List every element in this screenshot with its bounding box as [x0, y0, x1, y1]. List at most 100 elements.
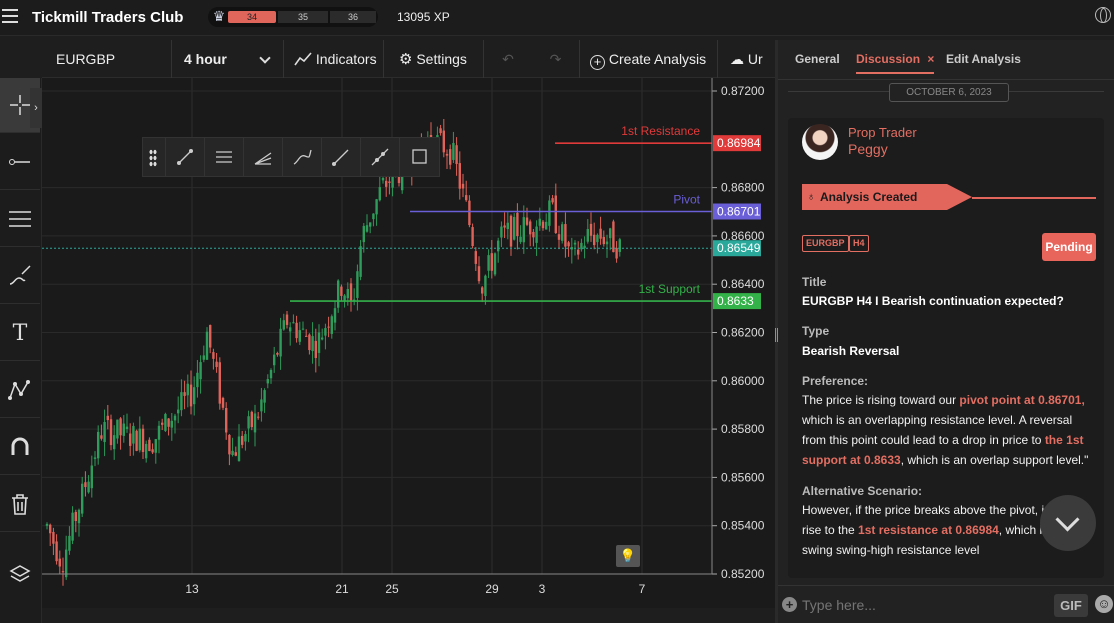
- candle-body: [205, 331, 209, 360]
- draw-tool-2[interactable]: [204, 138, 242, 176]
- tab-edit-analysis[interactable]: Edit Analysis: [946, 52, 1021, 66]
- pref-text: , which is an overlap support level.": [900, 453, 1089, 467]
- resistance-price-label: 0.86984: [717, 136, 761, 150]
- resistance-label: 1st Resistance: [621, 124, 700, 138]
- preference-label: Preference:: [802, 374, 869, 388]
- pivot-label: Pivot: [673, 193, 700, 207]
- magnet-tool[interactable]: [0, 420, 40, 475]
- candle-body: [321, 337, 324, 340]
- fan-icon: [254, 152, 272, 165]
- type-label: Type: [802, 324, 830, 338]
- add-icon[interactable]: +: [782, 597, 797, 612]
- candle-body: [314, 340, 317, 359]
- candle-body: [132, 425, 135, 444]
- delete-tool[interactable]: [0, 477, 40, 532]
- create-analysis-button[interactable]: + Create Analysis: [580, 40, 718, 78]
- candle-body: [186, 383, 189, 396]
- user-name[interactable]: Peggy: [848, 141, 888, 157]
- candle-body: [561, 224, 564, 241]
- candle-body: [263, 390, 266, 403]
- price-chart[interactable]: 0.86984 1st Resistance 0.86701 Pivot 0.86549…: [42, 78, 775, 608]
- scroll-down-button[interactable]: [1040, 495, 1096, 551]
- candles: [45, 119, 621, 586]
- x-tick-label: 7: [639, 582, 646, 596]
- alt-text: , which i: [998, 523, 1043, 537]
- gif-button[interactable]: GIF: [1054, 594, 1088, 617]
- tab-underline: [856, 72, 934, 74]
- candle-body: [61, 571, 65, 573]
- candle-body: [535, 226, 538, 243]
- text-icon: T: [12, 321, 28, 346]
- candle-body: [87, 481, 90, 493]
- top-bar: Tickmill Traders Club ♛ 34 35 36 13095 X…: [0, 0, 1114, 36]
- curve-icon: [293, 149, 312, 165]
- candle-body: [330, 316, 333, 334]
- candle-body: [247, 416, 250, 429]
- draw-tool-1[interactable]: [165, 138, 203, 176]
- draw-tool-5[interactable]: [321, 138, 359, 176]
- candle-body: [317, 332, 321, 353]
- fib-tool[interactable]: [0, 192, 40, 247]
- lightbulb-small-icon: ♁: [807, 191, 816, 203]
- candle-body: [116, 419, 119, 439]
- alt-scenario-label: Alternative Scenario:: [802, 484, 923, 498]
- candle-body: [164, 413, 167, 431]
- indicators-button[interactable]: Indicators: [284, 40, 384, 78]
- candle-body: [84, 482, 87, 488]
- magnet-icon: [11, 437, 29, 455]
- emoji-icon[interactable]: ☺: [1095, 595, 1113, 613]
- text-tool[interactable]: T: [0, 306, 40, 361]
- layers-tool[interactable]: [0, 548, 40, 603]
- price-tick-label: 0.86400: [721, 277, 765, 291]
- upload-button[interactable]: ☁ Ur: [718, 40, 775, 78]
- candle-body: [279, 328, 282, 357]
- alt-text: rise to the: [802, 523, 859, 537]
- candle-body: [324, 328, 327, 336]
- undo-button[interactable]: ↶: [484, 40, 532, 78]
- menu-icon[interactable]: [2, 9, 18, 25]
- candle-body: [599, 228, 602, 239]
- tab-general[interactable]: General: [795, 52, 840, 66]
- candle-body: [295, 322, 298, 339]
- draw-tool-3[interactable]: [243, 138, 281, 176]
- candle-body: [385, 180, 388, 187]
- message-input[interactable]: [802, 594, 1042, 616]
- x-tick-label: 21: [335, 582, 349, 596]
- pattern-tool[interactable]: [0, 363, 40, 418]
- candle-body: [337, 280, 340, 308]
- timeframe-selector[interactable]: 4 hour: [172, 40, 284, 78]
- redo-button[interactable]: ↷: [532, 40, 580, 78]
- expand-tools-icon[interactable]: ›: [30, 88, 42, 128]
- candle-body: [545, 221, 548, 230]
- candle-body: [103, 422, 106, 443]
- candle-body: [122, 423, 125, 436]
- candle-body: [74, 511, 77, 522]
- candle-body: [49, 524, 52, 534]
- candle-body: [170, 420, 173, 428]
- xp-points: 13095 XP: [397, 10, 450, 24]
- drag-handle-icon[interactable]: [149, 149, 157, 167]
- close-icon[interactable]: ×: [927, 52, 934, 66]
- candle-body: [250, 411, 253, 428]
- brush-tool[interactable]: [0, 249, 40, 304]
- draw-tool-6[interactable]: [360, 138, 398, 176]
- price-tick-label: 0.87200: [721, 84, 765, 98]
- candle-body: [525, 217, 529, 225]
- tab-discussion[interactable]: Discussion ×: [856, 52, 934, 66]
- avatar[interactable]: [802, 124, 838, 160]
- lightbulb-icon[interactable]: 💡: [616, 545, 640, 567]
- draw-tool-7[interactable]: [399, 138, 439, 176]
- price-tick-label: 0.85800: [721, 422, 765, 436]
- candle-body: [356, 271, 359, 298]
- globe-icon[interactable]: [1095, 7, 1111, 23]
- candle-body: [612, 221, 615, 253]
- line-tool[interactable]: [0, 135, 40, 190]
- candle-body: [449, 149, 452, 165]
- candle-body: [77, 509, 81, 524]
- settings-button[interactable]: ⚙ Settings: [384, 40, 484, 78]
- alt-line-2: rise to the 1st resistance at 0.86984, w…: [802, 520, 1042, 540]
- draw-tool-4[interactable]: [282, 138, 320, 176]
- symbol-selector[interactable]: EURGBP: [42, 40, 172, 78]
- extended-line-icon: [371, 148, 389, 166]
- candle-body: [564, 224, 567, 247]
